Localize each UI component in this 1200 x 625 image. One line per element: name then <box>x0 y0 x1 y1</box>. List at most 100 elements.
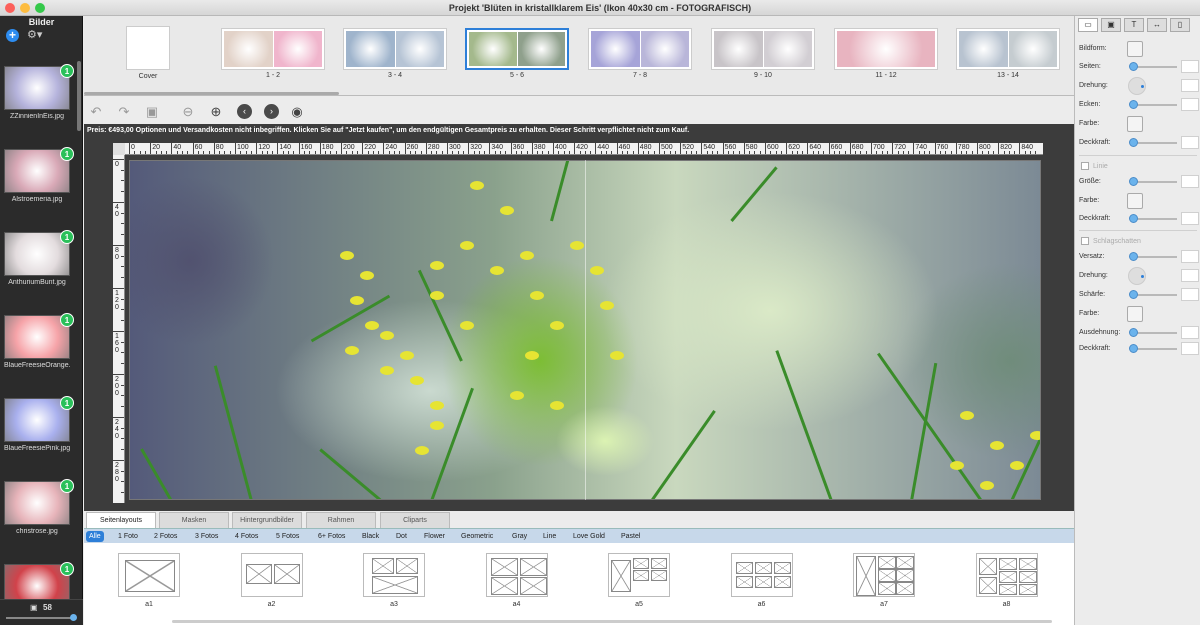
category-filter[interactable]: 6+ Fotos <box>315 531 348 542</box>
sidebar-image-item[interactable]: 1 AnthuriumBunt.jpg <box>4 230 74 286</box>
ruler-minor-tick <box>420 151 422 154</box>
layout-template[interactable] <box>485 553 548 597</box>
spread-thumbnail[interactable] <box>834 28 938 70</box>
layout-template[interactable] <box>853 553 915 597</box>
property-value-field[interactable] <box>1181 79 1199 92</box>
color-swatch[interactable] <box>1127 306 1143 322</box>
spread-thumbnail[interactable] <box>588 28 692 70</box>
category-filter[interactable]: 3 Fotos <box>192 531 221 542</box>
zoom-out-icon[interactable]: ⊖ <box>180 104 196 120</box>
layout-label: a6 <box>757 601 766 608</box>
slider-knob[interactable] <box>1129 138 1138 147</box>
layout-template[interactable] <box>363 553 425 597</box>
gear-icon[interactable]: ⚙▾ <box>27 28 42 41</box>
slider-knob[interactable] <box>1129 252 1138 261</box>
slider-knob[interactable] <box>1129 214 1138 223</box>
property-value-field[interactable] <box>1181 342 1199 355</box>
color-swatch[interactable] <box>1127 41 1143 57</box>
property-value-field[interactable] <box>1181 269 1199 282</box>
tab-masken[interactable]: Masken <box>159 512 229 528</box>
property-value-field[interactable] <box>1181 212 1199 225</box>
property-tab[interactable]: T <box>1124 18 1144 32</box>
zoom-in-icon[interactable]: ⊕ <box>208 104 224 120</box>
category-filter[interactable]: Pastel <box>618 531 643 542</box>
slider-knob[interactable] <box>1129 100 1138 109</box>
category-filter[interactable]: Line <box>540 531 559 542</box>
sidebar-image-item[interactable]: 1 ZZinnienInEis.jpg <box>4 64 74 120</box>
add-image-button[interactable]: + <box>6 29 19 42</box>
category-filter[interactable]: Love Gold <box>570 531 608 542</box>
category-filter[interactable]: 4 Fotos <box>232 531 261 542</box>
category-filter[interactable]: 5 Fotos <box>273 531 302 542</box>
category-filter[interactable]: 1 Foto <box>115 531 141 542</box>
ruler-minor-tick <box>844 151 846 154</box>
spread-thumbnail[interactable] <box>711 28 815 70</box>
layout-label: a1 <box>145 601 153 608</box>
layout-template[interactable] <box>975 553 1038 597</box>
spread-thumbnail[interactable] <box>343 28 447 70</box>
ruler-label: 720 <box>894 144 906 151</box>
category-filter[interactable]: Black <box>359 531 382 542</box>
property-tab[interactable]: ▭ <box>1078 18 1098 32</box>
save-icon[interactable]: ▣ <box>144 104 160 120</box>
property-tab[interactable]: ▯ <box>1170 18 1190 32</box>
next-page-button[interactable]: › <box>264 104 279 119</box>
spread-thumbnail[interactable] <box>221 28 325 70</box>
slider-knob[interactable] <box>1129 177 1138 186</box>
layout-template[interactable] <box>730 553 793 597</box>
spread-thumbnail[interactable] <box>956 28 1060 70</box>
sidebar-image-item[interactable]: 1 BlaueFreesieOrange... <box>4 313 74 369</box>
tab-seitenlayouts[interactable]: Seitenlayouts <box>86 512 156 528</box>
previous-page-button[interactable]: ‹ <box>237 104 252 119</box>
spread-thumbnail[interactable] <box>465 28 569 70</box>
slider-knob[interactable] <box>1129 62 1138 71</box>
category-filter[interactable]: Dot <box>393 531 410 542</box>
sidebar-scrollbar[interactable] <box>77 61 81 131</box>
color-swatch[interactable] <box>1127 193 1143 209</box>
category-filter[interactable]: Gray <box>509 531 530 542</box>
layout-photo-slot <box>490 577 518 595</box>
undo-icon[interactable]: ↶ <box>88 104 104 120</box>
sidebar-image-item[interactable]: 1 BlaueFreesiePink.jpg <box>4 396 74 452</box>
color-swatch[interactable] <box>1127 116 1143 132</box>
cover-thumbnail[interactable] <box>126 26 170 70</box>
tab-cliparts[interactable]: Cliparts <box>380 512 450 528</box>
category-filter[interactable]: 2 Fotos <box>151 531 180 542</box>
property-value-field[interactable] <box>1181 98 1199 111</box>
category-filter[interactable]: Geometric <box>458 531 496 542</box>
property-value-field[interactable] <box>1181 326 1199 339</box>
ruler-minor-tick <box>261 151 263 154</box>
redo-icon[interactable]: ↷ <box>116 104 132 120</box>
thumb-size-slider[interactable] <box>6 617 76 619</box>
property-value-field[interactable] <box>1181 60 1199 73</box>
layout-template[interactable] <box>118 553 180 597</box>
tab-rahmen[interactable]: Rahmen <box>306 512 376 528</box>
sidebar-image-item[interactable]: 1 Alstroemeria.jpg <box>4 147 74 203</box>
flower-stamen <box>590 266 604 275</box>
strip-scrollbar[interactable] <box>84 92 339 95</box>
section-checkbox[interactable] <box>1081 162 1089 170</box>
layout-template[interactable] <box>240 553 303 597</box>
rotation-dial[interactable] <box>1128 77 1146 95</box>
property-row: Größe: <box>1079 174 1199 190</box>
grass-blade <box>650 410 716 499</box>
rotation-dial[interactable] <box>1128 267 1146 285</box>
property-tab[interactable]: ↔ <box>1147 18 1167 32</box>
property-value-field[interactable] <box>1181 175 1199 188</box>
slider-knob[interactable] <box>1129 290 1138 299</box>
thumb-size-knob[interactable] <box>70 614 77 621</box>
slider-knob[interactable] <box>1129 344 1138 353</box>
property-value-field[interactable] <box>1181 136 1199 149</box>
property-value-field[interactable] <box>1181 250 1199 263</box>
layout-scrollbar[interactable] <box>172 620 1052 623</box>
category-filter[interactable]: Alle <box>86 531 104 542</box>
category-filter[interactable]: Flower <box>421 531 448 542</box>
sidebar-image-item[interactable]: 1 christrose.jpg <box>4 479 74 535</box>
section-checkbox[interactable] <box>1081 237 1089 245</box>
property-value-field[interactable] <box>1181 288 1199 301</box>
property-tab[interactable]: ▣ <box>1101 18 1121 32</box>
preview-eye-icon[interactable]: ◉ <box>289 104 305 120</box>
layout-template[interactable] <box>608 553 670 597</box>
slider-knob[interactable] <box>1129 328 1138 337</box>
tab-hintergrundbilder[interactable]: Hintergrundbilder <box>232 512 302 528</box>
